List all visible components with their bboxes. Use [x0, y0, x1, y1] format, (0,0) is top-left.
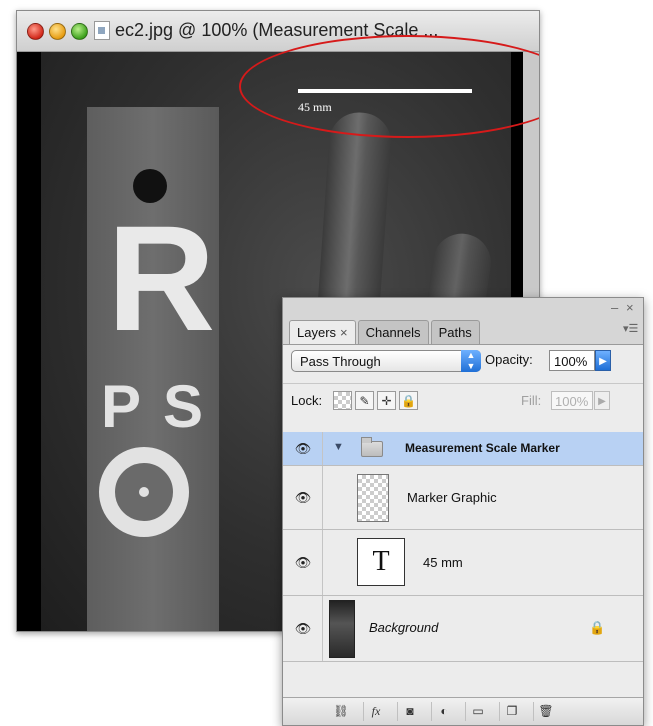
layer-name: Background — [369, 620, 439, 635]
eye-icon[interactable]: 👁 — [293, 490, 313, 505]
fill-input: 100% — [551, 391, 593, 410]
eye-icon[interactable]: 👁 — [293, 621, 313, 636]
adjustment-icon[interactable]: ◐ — [431, 702, 456, 721]
eye-icon[interactable]: 👁 — [293, 441, 313, 456]
lock-position-icon[interactable]: ✛ — [377, 391, 396, 410]
panel-minimize-icon[interactable]: – — [611, 300, 618, 315]
tab-channels[interactable]: Channels — [357, 320, 429, 344]
blend-mode-value: Pass Through — [300, 354, 381, 369]
visibility-cell[interactable]: 👁 — [283, 530, 323, 595]
marker-letter-s: S — [163, 373, 204, 440]
link-icon[interactable]: ⛓ — [329, 702, 353, 721]
folder-icon — [361, 437, 383, 457]
opacity-slider-button[interactable]: ▶ — [595, 350, 611, 371]
trash-icon[interactable]: 🗑 — [533, 702, 558, 721]
new-group-icon[interactable]: ▭ — [465, 702, 490, 721]
fill-slider-button: ▶ — [594, 391, 610, 410]
tab-paths-label: Paths — [438, 325, 472, 340]
zoom-window-button[interactable] — [71, 23, 88, 40]
expand-triangle-icon[interactable]: ▼ — [333, 441, 344, 453]
lock-icon: 🔒 — [589, 620, 606, 635]
layer-row-text[interactable]: 👁 T 45 mm — [283, 530, 643, 596]
layer-row-background[interactable]: 👁 Background 🔒 — [283, 596, 643, 662]
eye-icon[interactable]: 👁 — [293, 555, 313, 570]
lock-all-icon[interactable]: 🔒 — [399, 391, 418, 410]
lead-marker-plate: R P S — [87, 107, 219, 631]
marker-ring — [99, 447, 189, 537]
lock-row: Lock: ✎ ✛ 🔒 Fill: 100% ▶ — [283, 383, 643, 416]
visibility-cell[interactable]: 👁 — [283, 596, 323, 661]
blend-mode-stepper-icon[interactable]: ▲ ▼ — [461, 350, 481, 372]
layer-row-marker-graphic[interactable]: 👁 Marker Graphic — [283, 466, 643, 530]
layer-thumbnail — [329, 600, 355, 658]
tab-layers-label: Layers — [297, 325, 337, 340]
opacity-label: Opacity: — [485, 352, 533, 367]
minimize-window-button[interactable] — [49, 23, 66, 40]
layer-name: Measurement Scale Marker — [405, 441, 560, 455]
layers-panel: – × Layers × Channels Paths ▾☰ Pass Throu… — [282, 297, 644, 726]
layer-thumbnail — [357, 474, 389, 522]
fx-icon[interactable]: fx — [363, 702, 388, 721]
panel-drag-bar[interactable]: – × — [283, 298, 643, 320]
visibility-cell[interactable]: 👁 — [283, 432, 323, 465]
document-proxy-icon[interactable] — [94, 21, 110, 40]
close-window-button[interactable] — [27, 23, 44, 40]
layer-row-group[interactable]: 👁 ▼ Measurement Scale Marker — [283, 432, 643, 466]
panel-tabs: Layers × Channels Paths — [289, 320, 482, 345]
lock-image-pixels-icon[interactable]: ✎ — [355, 391, 374, 410]
visibility-cell[interactable]: 👁 — [283, 466, 323, 529]
opacity-input[interactable]: 100% — [549, 350, 595, 371]
marker-letter-r: R — [107, 194, 216, 362]
layer-name: 45 mm — [423, 555, 463, 570]
tab-layers[interactable]: Layers × — [289, 320, 356, 345]
tab-close-icon[interactable]: × — [340, 325, 348, 340]
layers-bottom-toolbar: ⛓ fx ◙ ◐ ▭ ❐ 🗑 — [283, 697, 643, 725]
tab-paths[interactable]: Paths — [430, 320, 480, 344]
blend-mode-select[interactable]: Pass Through ▲ ▼ — [291, 350, 481, 372]
text-layer-thumbnail-icon: T — [357, 538, 405, 586]
panel-close-icon[interactable]: × — [626, 300, 634, 315]
new-layer-icon[interactable]: ❐ — [499, 702, 524, 721]
panel-menu-icon[interactable]: ▾☰ — [623, 322, 638, 335]
mask-icon[interactable]: ◙ — [397, 702, 422, 721]
marker-letter-p: P — [101, 373, 142, 440]
fill-label: Fill: — [521, 393, 542, 408]
tab-channels-label: Channels — [365, 325, 421, 340]
layer-name: Marker Graphic — [407, 490, 497, 505]
lock-transparency-icon[interactable] — [333, 391, 352, 410]
lock-label: Lock: — [291, 393, 323, 408]
